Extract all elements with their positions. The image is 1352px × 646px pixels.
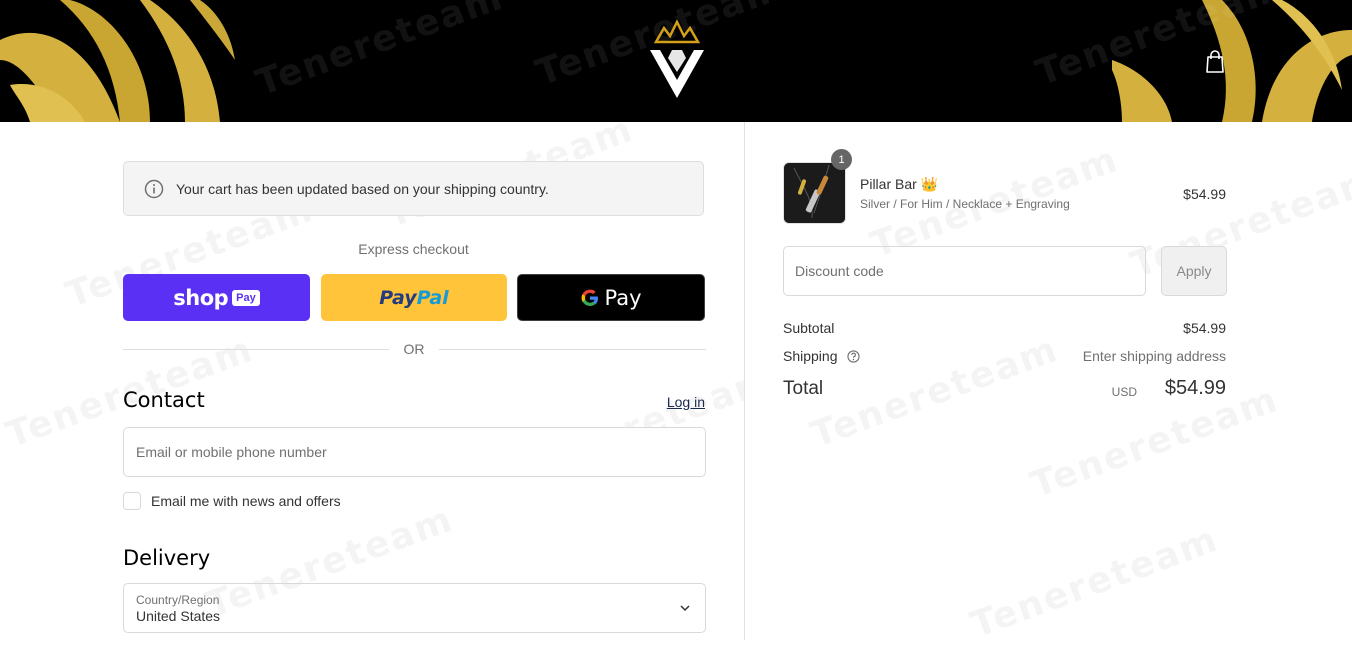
newsletter-row: Email me with news and offers — [123, 492, 341, 510]
watermark: Tenereteam — [250, 0, 510, 105]
divider-left — [123, 349, 389, 350]
watermark: Tenereteam — [1126, 159, 1352, 286]
product-variant: Silver / For Him / Necklace + Engraving — [860, 197, 1070, 211]
contact-title: Contact — [123, 388, 205, 412]
watermark: Tenereteam — [1026, 379, 1284, 506]
country-select[interactable]: Country/Region United States — [123, 583, 706, 633]
express-checkout-label: Express checkout — [358, 241, 469, 257]
quantity-badge: 1 — [831, 149, 852, 170]
subtotal-value: $54.99 — [1183, 320, 1226, 336]
help-icon[interactable] — [847, 350, 861, 363]
gpay-text: Pay — [604, 285, 642, 310]
crown-v-logo[interactable] — [646, 20, 708, 100]
total-value: $54.99 — [1164, 377, 1226, 399]
order-summary: Tenereteam Tenereteam Tenereteam Teneret… — [745, 122, 1352, 646]
shopping-bag-icon[interactable] — [1204, 50, 1226, 74]
info-icon — [144, 179, 164, 198]
cart-updated-notice: Your cart has been updated based on your… — [123, 161, 704, 216]
email-field[interactable] — [123, 427, 706, 477]
site-header: Tenereteam Tenereteam Tenereteam — [0, 0, 1352, 122]
log-in-link[interactable]: Log in — [667, 394, 705, 410]
shop-pay-logo: shop — [173, 285, 229, 310]
shipping-value: Enter shipping address — [1082, 348, 1226, 364]
shop-pay-badge: Pay — [232, 289, 260, 306]
shipping-label-row: Shipping — [783, 348, 861, 364]
product-thumbnail — [783, 162, 846, 224]
delivery-title: Delivery — [123, 546, 211, 570]
country-value: United States — [136, 608, 221, 624]
watermark: Tenereteam — [966, 519, 1224, 646]
necklace-image — [784, 163, 845, 223]
total-label: Total — [783, 378, 824, 399]
country-label: Country/Region — [136, 593, 220, 607]
shop-pay-button[interactable]: shop Pay — [123, 274, 310, 321]
or-separator: OR — [403, 341, 425, 357]
newsletter-label: Email me with news and offers — [151, 493, 341, 509]
gold-leaves-right — [1112, 0, 1352, 122]
google-pay-button[interactable]: Pay — [517, 274, 705, 321]
total-currency: USD — [1111, 385, 1137, 399]
shipping-label: Shipping — [783, 348, 838, 364]
chevron-down-icon — [680, 605, 690, 612]
gold-leaves-left — [0, 0, 235, 122]
paypal-logo: PayPal — [379, 286, 449, 309]
discount-input[interactable] — [784, 247, 1145, 295]
subtotal-label: Subtotal — [783, 320, 835, 336]
apply-button[interactable]: Apply — [1161, 246, 1227, 296]
product-price: $54.99 — [1183, 186, 1226, 202]
notice-text: Your cart has been updated based on your… — [176, 180, 549, 197]
newsletter-checkbox[interactable] — [123, 492, 141, 510]
paypal-button[interactable]: PayPal — [321, 274, 507, 321]
discount-field[interactable] — [783, 246, 1146, 296]
checkout-main: Tenereteam Tenereteam Tenereteam Teneret… — [0, 109, 779, 640]
divider-right — [439, 349, 706, 350]
email-input[interactable] — [124, 428, 705, 476]
product-name: Pillar Bar 👑 — [860, 176, 939, 192]
google-g-icon — [582, 289, 599, 306]
